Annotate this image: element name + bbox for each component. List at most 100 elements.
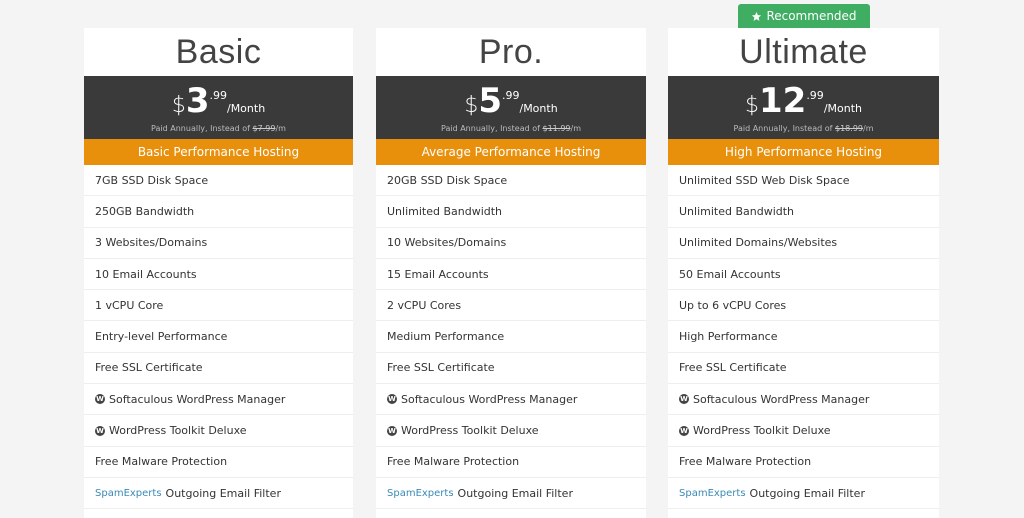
feature-item: 50 Email Accounts <box>668 259 939 291</box>
feature-label: Up to 6 vCPU Cores <box>679 298 787 312</box>
feature-label: Free Malware Protection <box>679 455 812 469</box>
plan-name: Pro. <box>478 33 544 71</box>
feature-label: Softaculous WordPress Manager <box>693 392 870 406</box>
feature-label: 15 Email Accounts <box>387 267 489 281</box>
feature-item: Medium Performance <box>376 321 646 353</box>
feature-item: W Softaculous WordPress Manager <box>376 384 646 416</box>
price-band: $ 5 .99 /Month Paid Annually, Instead of… <box>376 76 646 139</box>
feature-item: SpamExperts Outgoing Email Filter <box>84 478 353 510</box>
wordpress-icon: W <box>387 425 397 436</box>
feature-label: WordPress Toolkit Deluxe <box>693 424 831 438</box>
feature-label: 10 Websites/Domains <box>387 236 507 250</box>
feature-item: W Softaculous WordPress Manager <box>668 384 939 416</box>
price-cents: .99 <box>806 89 824 102</box>
feature-item: Free Malware Protection <box>376 447 646 478</box>
feature-item: 2 vCPU Cores <box>376 290 646 322</box>
badge-label: Recommended <box>766 9 857 23</box>
recommended-badge: Recommended <box>738 4 870 28</box>
feature-label: Free SSL Certificate <box>95 361 203 375</box>
feature-item: Unlimited Bandwidth <box>376 196 646 228</box>
plan-tagline: Basic Performance Hosting <box>84 139 353 165</box>
feature-label: Unlimited SSD Web Disk Space <box>679 173 850 187</box>
feature-item: 3 Websites/Domains <box>84 228 353 259</box>
paid-suffix: /m <box>570 124 582 133</box>
wordpress-icon: W <box>95 425 105 436</box>
feature-label: 50 Email Accounts <box>679 267 781 281</box>
feature-item: Free Malware Protection <box>84 447 353 478</box>
spamexperts-link[interactable]: SpamExperts <box>387 488 454 499</box>
paid-suffix: /m <box>863 124 874 133</box>
price-period: /Month <box>519 102 558 115</box>
plan-name: Basic <box>175 33 262 71</box>
wordpress-icon: W <box>679 394 689 405</box>
feature-item: 15 Email Accounts <box>376 259 646 291</box>
feature-label: Outgoing Email Filter <box>749 486 865 500</box>
feature-item: Entry-level Performance <box>84 321 353 353</box>
paid-annually-note: Paid Annually, Instead of $18.99/m <box>668 124 939 133</box>
feature-label: Softaculous WordPress Manager <box>401 392 578 406</box>
plan-tagline: Average Performance Hosting <box>376 139 646 165</box>
price-int: 12 <box>758 81 807 121</box>
feature-label: Softaculous WordPress Manager <box>109 392 286 406</box>
currency: $ <box>464 93 479 118</box>
feature-label: 3 Websites/Domains <box>95 236 208 250</box>
wordpress-icon: W <box>679 425 689 436</box>
price-int: 3 <box>185 81 210 121</box>
plan-card-basic: Basic $ 3 .99 /Month Paid Annually, Inst… <box>84 28 353 518</box>
feature-item: Unlimited Bandwidth <box>668 196 939 228</box>
spamexperts-link[interactable]: SpamExperts <box>679 488 746 499</box>
feature-label: Outgoing Email Filter <box>165 486 281 500</box>
feature-item: 20GB SSD Disk Space <box>376 165 646 197</box>
plan-tagline: High Performance Hosting <box>668 139 939 165</box>
old-price: $7.99 <box>252 124 276 133</box>
feature-item: W WordPress Toolkit Deluxe <box>668 415 939 447</box>
paid-annually-note: Paid Annually, Instead of $7.99/m <box>84 124 353 133</box>
feature-label: Outgoing Email Filter <box>457 486 573 500</box>
feature-item: Unlimited SSD Web Disk Space <box>668 165 939 197</box>
feature-item: W WordPress Toolkit Deluxe <box>84 415 353 447</box>
spamexperts-link[interactable]: SpamExperts <box>95 488 162 499</box>
currency: $ <box>744 93 759 118</box>
feature-item: Free Malware Protection <box>668 447 939 478</box>
price-cents: .99 <box>209 89 227 102</box>
price: $ 5 .99 /Month <box>376 84 646 118</box>
paid-prefix: Paid Annually, Instead of <box>151 124 253 133</box>
feature-item: 1 vCPU Core <box>84 290 353 322</box>
feature-label: Entry-level Performance <box>95 330 228 344</box>
feature-label: 10 Email Accounts <box>95 267 197 281</box>
plan-card-pro: Pro. $ 5 .99 /Month Paid Annually, Inste… <box>376 28 646 518</box>
star-icon <box>752 11 762 21</box>
feature-label: Free SSL Certificate <box>679 361 787 375</box>
feature-label: 2 vCPU Cores <box>387 298 462 312</box>
paid-prefix: Paid Annually, Instead of <box>733 124 835 133</box>
feature-label: Unlimited Domains/Websites <box>679 236 838 250</box>
feature-item: Free SSL Certificate <box>668 353 939 385</box>
feature-item: SpamExperts Outgoing Email Filter <box>376 478 646 510</box>
feature-label: High Performance <box>679 330 778 344</box>
feature-label: Unlimited Bandwidth <box>387 204 503 218</box>
feature-item: 10 Websites/Domains <box>376 228 646 259</box>
feature-item: 250GB Bandwidth <box>84 196 353 228</box>
feature-item: Free SSL Certificate <box>84 353 353 385</box>
feature-item: 7GB SSD Disk Space <box>84 165 353 197</box>
price: $ 12 .99 /Month <box>668 84 939 118</box>
feature-item: SpamExperts Outgoing Email Filter <box>668 478 939 510</box>
price-period: /Month <box>226 102 266 115</box>
feature-item: W Softaculous WordPress Manager <box>84 384 353 416</box>
feature-item: Up to 6 vCPU Cores <box>668 290 939 322</box>
paid-suffix: /m <box>275 124 286 133</box>
price-band: $ 12 .99 /Month Paid Annually, Instead o… <box>668 76 939 139</box>
plan-name: Ultimate <box>739 33 868 71</box>
feature-label: WordPress Toolkit Deluxe <box>109 424 247 438</box>
wordpress-icon: W <box>95 394 105 405</box>
feature-item: Free SSL Certificate <box>376 353 646 385</box>
old-price: $11.99 <box>542 124 571 133</box>
feature-label: 7GB SSD Disk Space <box>95 173 209 187</box>
feature-label: Free Malware Protection <box>95 455 228 469</box>
feature-item: Unlimited Domains/Websites <box>668 228 939 259</box>
price-cents: .99 <box>501 89 520 102</box>
feature-label: Unlimited Bandwidth <box>679 204 795 218</box>
wordpress-icon: W <box>387 394 397 405</box>
price-int: 5 <box>478 81 502 121</box>
feature-label: Free SSL Certificate <box>387 361 495 375</box>
